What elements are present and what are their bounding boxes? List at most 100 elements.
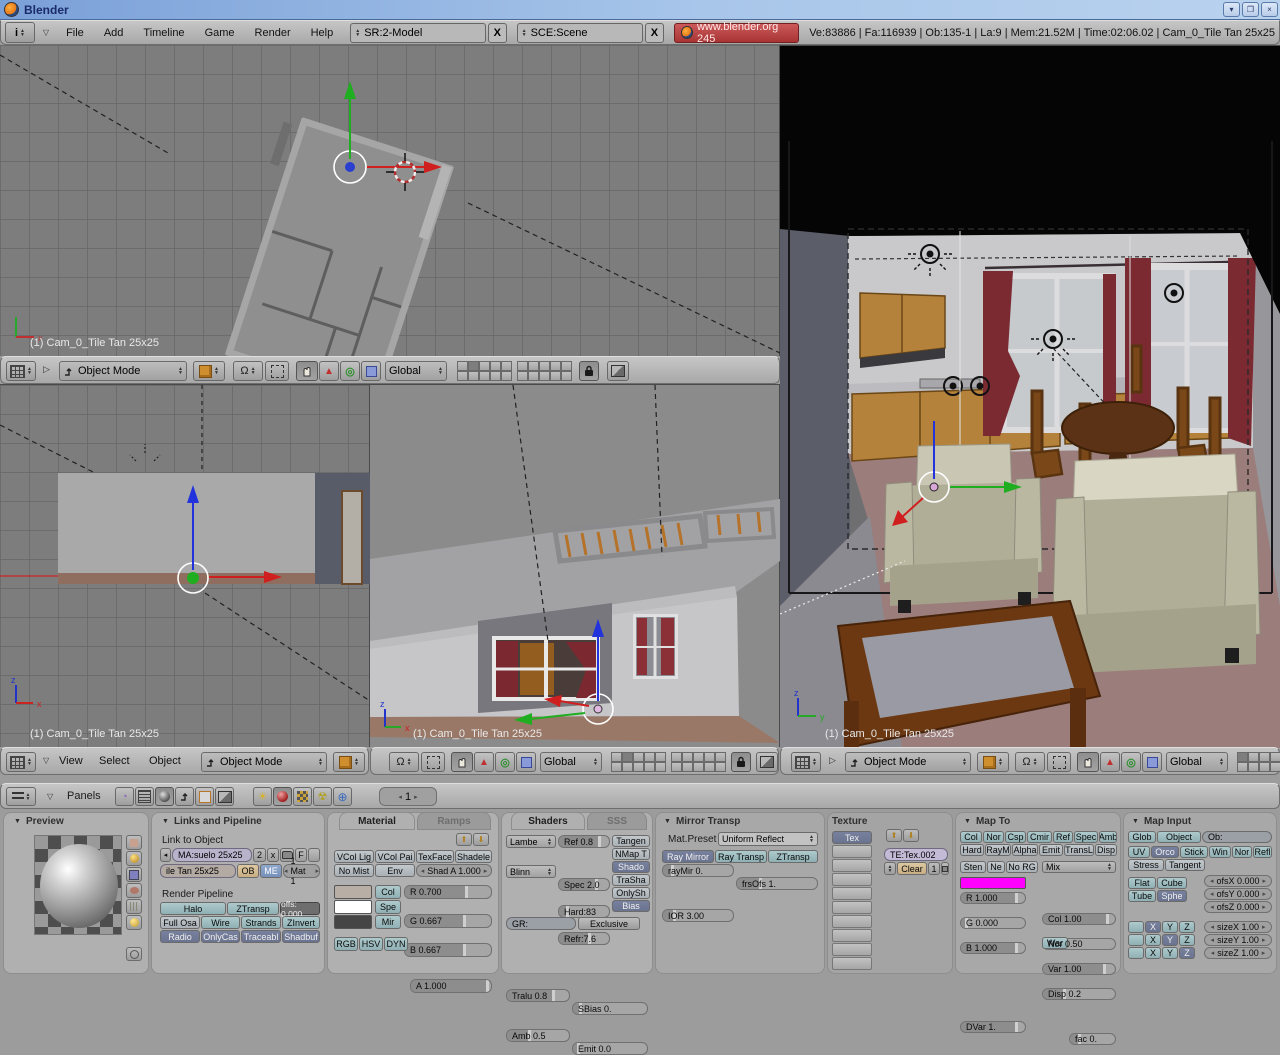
ofsx-field[interactable]: ◂ofsX 0.000▸ — [1204, 875, 1272, 887]
nmap-ts-button[interactable]: NMap T — [612, 848, 650, 860]
specular-color-swatch[interactable] — [334, 900, 372, 914]
texture-slot[interactable] — [832, 873, 872, 886]
viewport-perspective[interactable]: z x (1) Cam_0_Tile Tan 25x25 — [370, 384, 780, 747]
sizey-field[interactable]: ◂sizeY 1.00▸ — [1204, 934, 1272, 946]
snap-target-button[interactable] — [1047, 752, 1071, 772]
texture-slot-0[interactable]: Tex — [832, 831, 872, 844]
auto-name-button[interactable] — [941, 862, 949, 875]
window-type-button[interactable] — [6, 787, 36, 806]
spe-button[interactable]: Spe — [375, 900, 401, 914]
clear-texture-button[interactable]: Clear — [897, 862, 927, 875]
shadow-button[interactable]: Shado — [612, 861, 650, 873]
disp-fac-slider[interactable]: Disp 0.2 — [1042, 988, 1116, 1000]
tangent-button[interactable]: Tangen — [612, 835, 650, 847]
screen-selector[interactable]: SR:2-Model — [350, 23, 486, 43]
sphere-button[interactable]: Sphe — [1157, 890, 1187, 902]
object-context-button[interactable] — [175, 787, 194, 806]
manipulator-translate-button[interactable]: ▲ — [319, 361, 339, 381]
mode-dropdown[interactable]: Object Mode — [845, 752, 971, 772]
wire-button[interactable]: Wire — [201, 916, 240, 929]
mapto-raymir-button[interactable]: RayM — [985, 844, 1011, 856]
manipulator-hand-button[interactable] — [296, 361, 318, 381]
object-name-field[interactable]: ile Tan 25x25 — [160, 864, 236, 878]
menu-object[interactable]: Object — [149, 755, 181, 767]
rgb-button[interactable]: RGB — [334, 937, 358, 951]
axis-x-button[interactable]: X — [1145, 934, 1161, 946]
material-unlink-button[interactable]: X — [267, 848, 279, 862]
full-osa-button[interactable]: Full Osa — [160, 916, 200, 929]
shading-context-button[interactable] — [155, 787, 174, 806]
frame-number-field[interactable]: ◂1▸ — [379, 787, 437, 806]
trashadow-button[interactable]: TraSha — [612, 874, 650, 886]
axis-blank-button[interactable] — [1128, 921, 1144, 933]
window-shade-button[interactable]: ▾ — [1223, 2, 1240, 17]
panel-collapse-icon[interactable]: ▼ — [1132, 818, 1139, 825]
panel-collapse-icon[interactable]: ▼ — [14, 818, 21, 825]
draw-type-button[interactable] — [333, 752, 365, 772]
ob-name-field[interactable]: Ob: — [1202, 831, 1272, 843]
layer-buttons[interactable] — [1237, 752, 1280, 772]
preview-hair-button[interactable] — [126, 899, 142, 914]
stepper-left-icon[interactable]: ◂ — [1210, 903, 1214, 911]
mat-preset-dropdown[interactable]: Uniform Reflect — [718, 832, 818, 846]
win-button[interactable]: Win — [1209, 846, 1231, 858]
texture-slot[interactable] — [832, 887, 872, 900]
axis-y-button[interactable]: Y — [1162, 947, 1178, 959]
refr-slider[interactable]: Refr:7.6 — [558, 932, 610, 945]
shadeless-button[interactable]: Shadele — [455, 850, 492, 863]
diffuse-shader-dropdown[interactable]: Lambe — [506, 835, 556, 848]
mapto-hard-button[interactable]: Hard — [960, 844, 984, 856]
ref-slider[interactable]: Ref 0.8 — [558, 835, 610, 848]
mapto-cmir-button[interactable]: Cmir — [1027, 831, 1052, 843]
world-subcontext-button[interactable]: ⊕ — [333, 787, 352, 806]
axis-blank-button[interactable] — [1128, 934, 1144, 946]
ior-slider[interactable]: IOR 3.00 — [662, 909, 734, 922]
sbias-slider[interactable]: SBias 0. — [572, 1002, 648, 1015]
emit-slider[interactable]: Emit 0.0 — [572, 1042, 648, 1055]
editing-context-button[interactable] — [195, 787, 214, 806]
amb-slider[interactable]: Amb 0.5 — [506, 1029, 570, 1042]
header-collapse-icon[interactable]: ▽ — [47, 792, 53, 801]
alpha-slider[interactable]: A 1.000 — [410, 979, 492, 993]
b-slider[interactable]: B 0.667 — [404, 943, 492, 957]
window-restore-button[interactable]: ❐ — [1242, 2, 1259, 17]
spec-shader-dropdown[interactable]: Blinn — [506, 865, 556, 878]
me-toggle-button[interactable]: ME — [260, 864, 282, 878]
copy-material-button[interactable]: ⬆ — [456, 833, 472, 846]
axis-z-button[interactable]: Z — [1179, 947, 1195, 959]
render-preview-button[interactable] — [607, 361, 629, 381]
mapto-emit-button[interactable]: Emit — [1039, 844, 1063, 856]
preview-sky-button[interactable] — [126, 915, 142, 930]
texture-slot[interactable] — [832, 915, 872, 928]
stepper-left-icon[interactable]: ◂ — [1210, 923, 1214, 931]
window-close-button[interactable]: × — [1261, 2, 1278, 17]
mapto-col-button[interactable]: Col — [960, 831, 982, 843]
sizez-field[interactable]: ◂sizeZ 1.00▸ — [1204, 947, 1272, 959]
manipulator-rotate-button[interactable]: ◎ — [1121, 752, 1141, 772]
mode-dropdown[interactable]: Object Mode — [59, 361, 187, 381]
cube-button[interactable]: Cube — [1157, 877, 1187, 889]
manipulator-hand-button[interactable] — [451, 752, 473, 772]
tangent-button[interactable]: Tangent — [1165, 859, 1205, 871]
stepper-left-icon[interactable]: ◂ — [1211, 949, 1215, 957]
menu-view[interactable]: View — [59, 755, 83, 767]
viewport-camera-view[interactable]: z y (1) Cam_0_Tile Tan 25x25 — [780, 45, 1280, 747]
stencil-button[interactable]: Sten — [960, 861, 986, 873]
axis-z-button[interactable]: Z — [1179, 934, 1195, 946]
mapto-transl-button[interactable]: TransL — [1064, 844, 1094, 856]
spec-slider[interactable]: Spec 2.0 — [558, 878, 610, 891]
axis-y-button[interactable]: Y — [1162, 921, 1178, 933]
draw-type-button[interactable] — [977, 752, 1009, 772]
mirror-color-swatch[interactable] — [334, 915, 372, 929]
group-field[interactable]: GR: — [506, 917, 576, 930]
menu-file[interactable]: File — [57, 27, 93, 39]
panel-collapse-icon[interactable]: ▼ — [964, 818, 971, 825]
stepper-left-icon[interactable]: ◂ — [421, 867, 425, 875]
var-fac-slider[interactable]: Var 1.00 — [1042, 963, 1116, 975]
layer-buttons[interactable] — [517, 361, 572, 381]
viewport-type-button[interactable] — [6, 361, 36, 381]
stress-button[interactable]: Stress — [1128, 859, 1164, 871]
texture-slot[interactable] — [832, 859, 872, 872]
stepper-right-icon[interactable]: ▸ — [1262, 923, 1266, 931]
stepper-left-icon[interactable]: ◂ — [1211, 936, 1215, 944]
